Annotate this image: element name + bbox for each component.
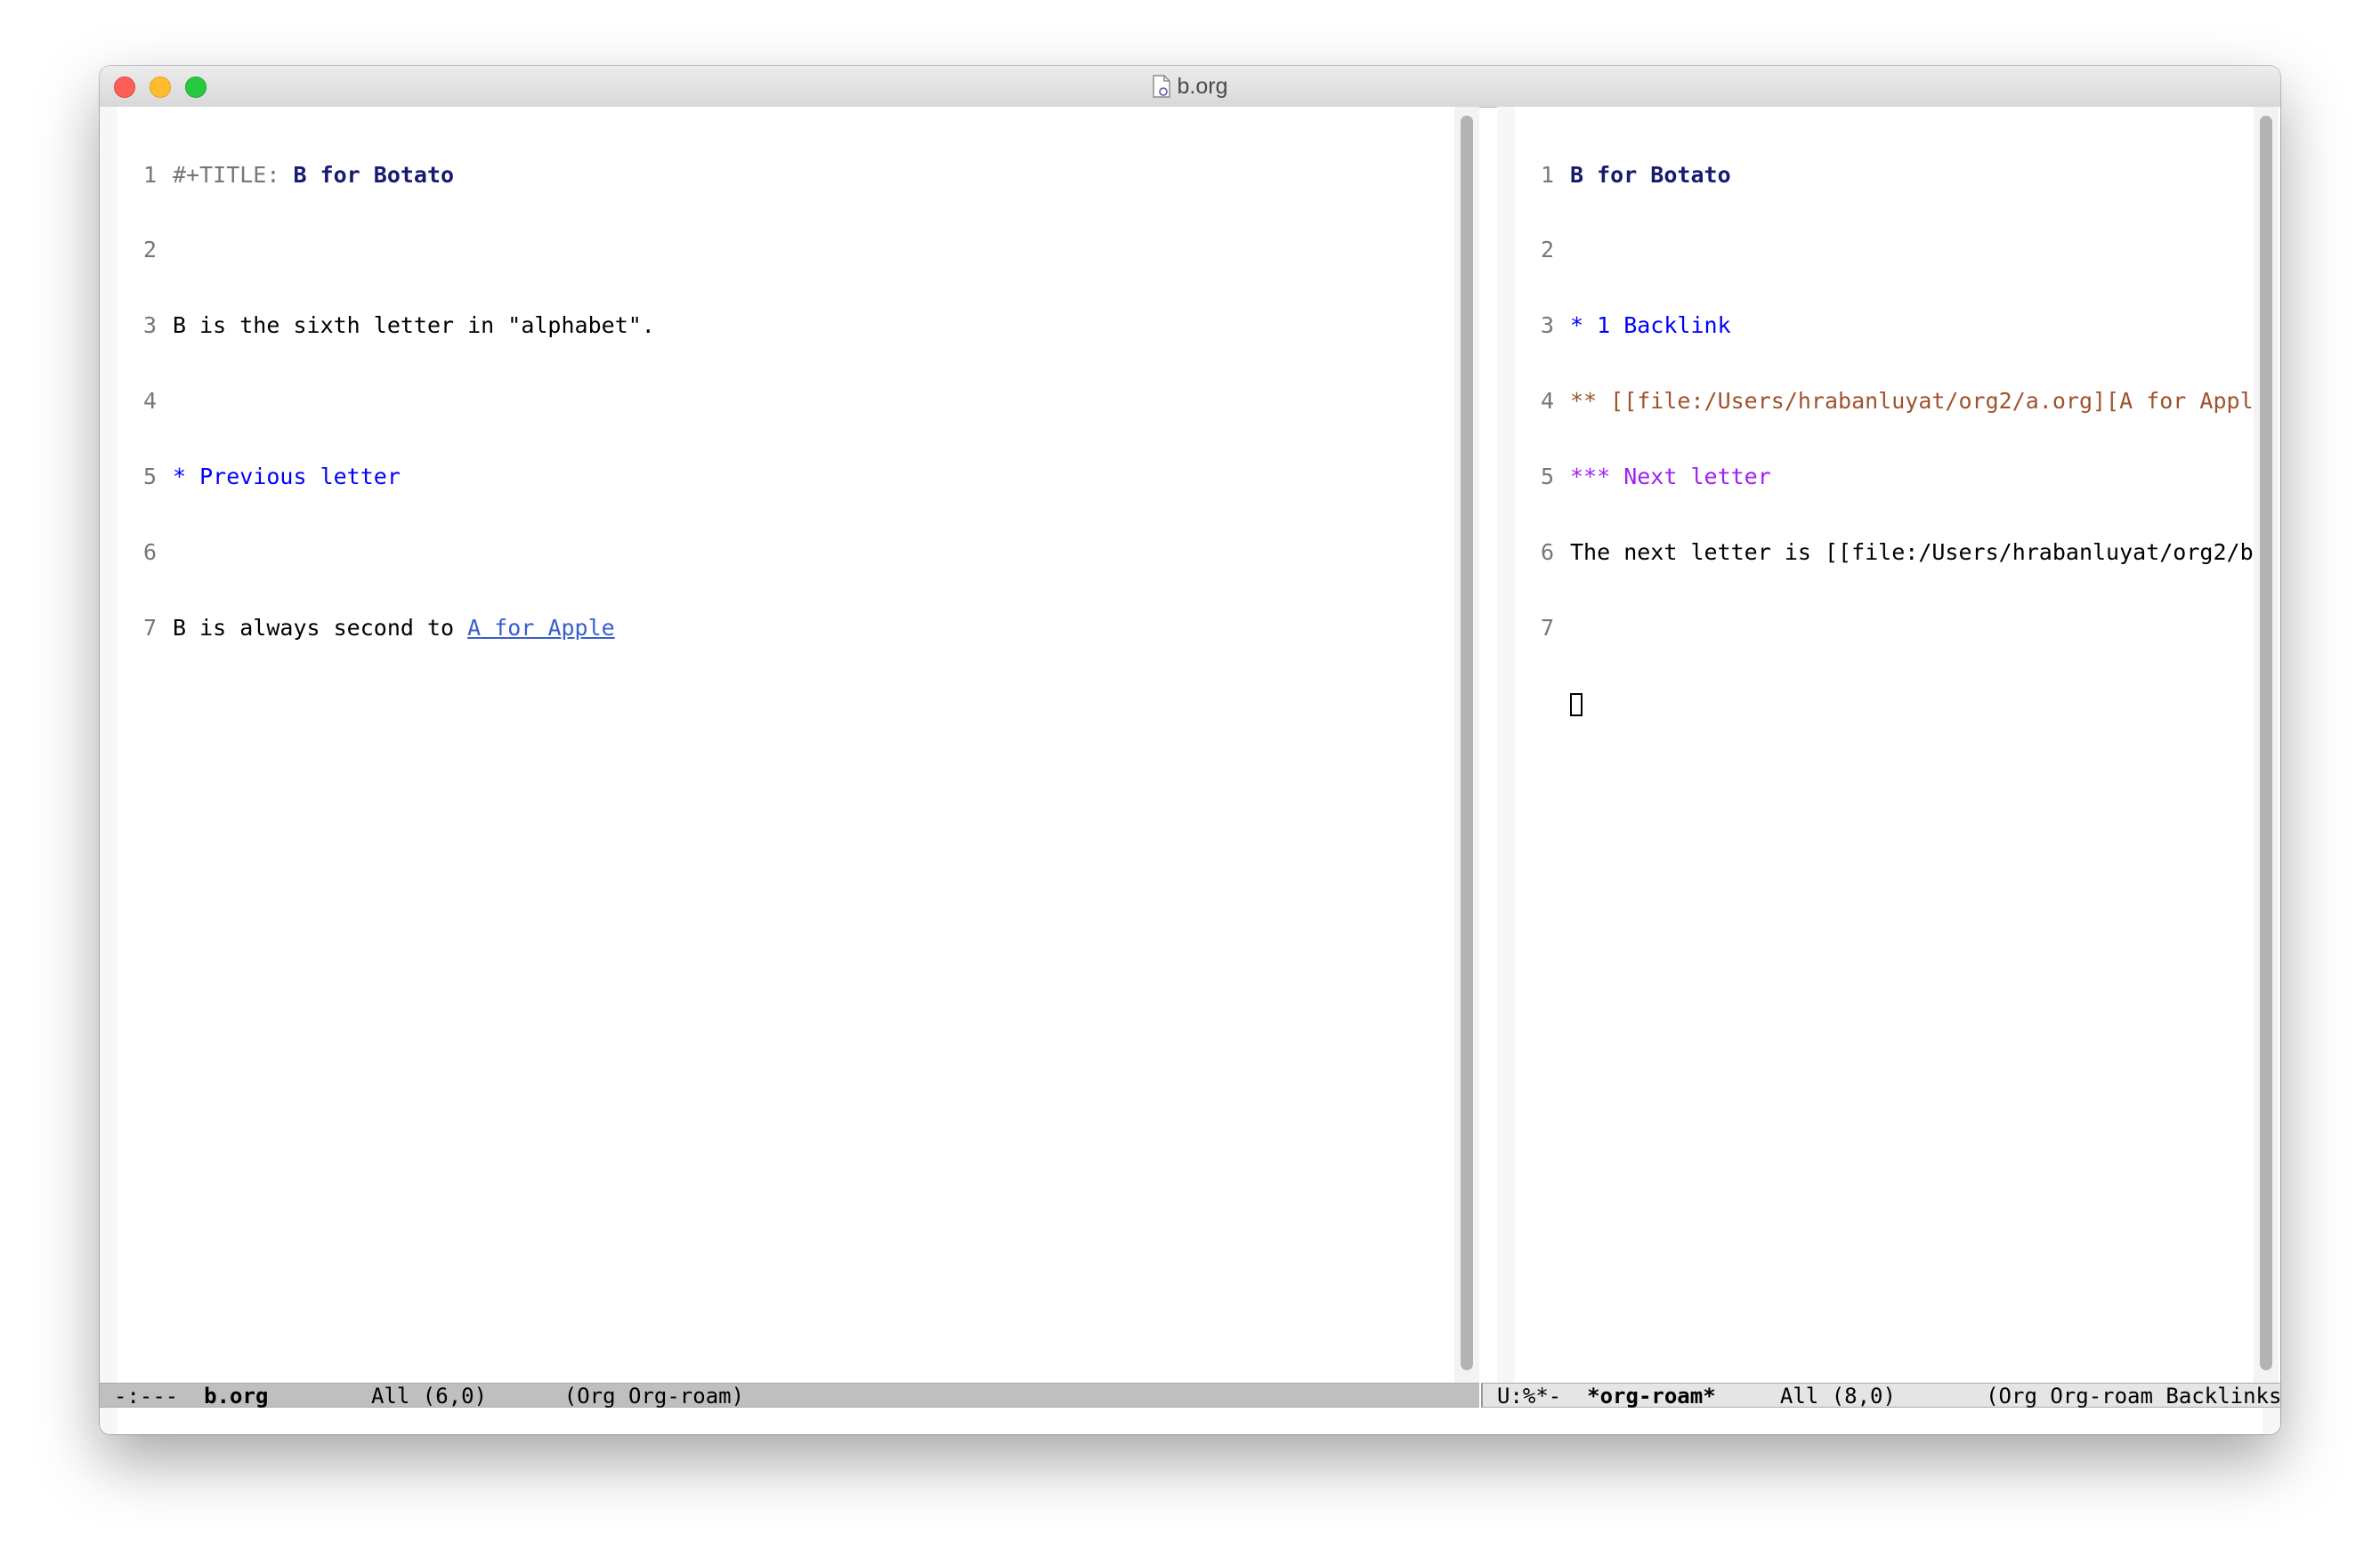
heading-backlink-count: * 1 Backlink: [1570, 313, 1731, 339]
right-buffer-text[interactable]: 1 B for Botato 2 3 * 1 Backlink 4 ** [[file…: [1524, 112, 2263, 767]
left-editor-pane[interactable]: 1 #+TITLE: B for Botato 2 3 B is the sixth…: [100, 107, 1479, 1384]
line-number: 4: [142, 389, 157, 415]
link-a-for-apple[interactable]: A for Apple: [467, 616, 615, 641]
modeline-buffer-name: *org-roam*: [1587, 1384, 1716, 1409]
buffer-line: 4: [126, 389, 1461, 414]
document-title: B for Botato: [293, 162, 455, 188]
buffer-line: 4 ** [[file:/Users/hrabanluyat/org2/a.org…: [1524, 389, 2263, 414]
right-scrollbar-thumb[interactable]: [2260, 116, 2272, 1370]
buffer-line: 3 * 1 Backlink: [1524, 313, 2263, 338]
heading-backlink-file[interactable]: ** [[file:/Users/hrabanluyat/org2/a.org]…: [1570, 389, 2263, 414]
buffer-line: 7 B is always second to A for Apple: [126, 616, 1461, 641]
right-scrollbar[interactable]: [2254, 107, 2279, 1384]
buffer-line: 6 The next letter is [[file:/Users/hraban…: [1524, 540, 2263, 565]
emacs-window: b.org 1 #+TITLE: B for Botato 2 3 B is the…: [100, 66, 2280, 1434]
body-text: B is always second to: [173, 615, 468, 641]
left-fringe: [100, 107, 117, 1384]
line-number: 6: [1540, 540, 1554, 566]
buffer-line: 7: [1524, 616, 2263, 641]
minibuffer-fringe: [100, 1408, 117, 1434]
line-number: 1: [1540, 162, 1554, 188]
line-number: 7: [142, 615, 157, 641]
modeline-position: All (6,0): [371, 1384, 488, 1409]
line-number: 3: [1540, 313, 1554, 339]
document-icon: [1152, 75, 1170, 98]
body-text: B is the sixth letter in "alphabet".: [173, 313, 655, 339]
backlinks-title: B for Botato: [1570, 162, 1731, 188]
right-mode-line: U:%*- *org-roam* All (8,0) (Org Org-roam…: [1481, 1383, 2280, 1409]
right-fringe: [1497, 107, 1515, 1384]
line-number: 3: [142, 313, 157, 339]
line-number: 7: [1540, 615, 1554, 641]
modeline-buffer-name: b.org: [204, 1384, 269, 1409]
window-title-text: b.org: [1177, 73, 1228, 99]
text-cursor: [1570, 692, 1583, 716]
line-number: 6: [142, 540, 157, 566]
backlink-context-text: The next letter is [[file:/Users/hrabanl…: [1570, 540, 2263, 566]
heading-previous-letter: * Previous letter: [173, 464, 401, 490]
buffer-line: 1 #+TITLE: B for Botato: [126, 163, 1461, 188]
left-scrollbar-thumb[interactable]: [1461, 116, 1473, 1370]
buffer-line: [1524, 691, 2263, 716]
buffer-line: 2: [1524, 238, 2263, 262]
modeline-modes: (Org Org-roam Backlinks): [1986, 1384, 2280, 1409]
left-mode-line: -:--- b.org All (6,0) (Org Org-roam): [100, 1383, 1479, 1409]
line-number: 5: [1540, 464, 1554, 490]
line-number: 5: [142, 464, 157, 490]
line-number: 4: [1540, 389, 1554, 415]
heading-next-letter: *** Next letter: [1570, 464, 1771, 490]
buffer-line: 5 * Previous letter: [126, 464, 1461, 489]
modeline-status: U:%*-: [1497, 1384, 1562, 1409]
buffer-line: 1 B for Botato: [1524, 163, 2263, 188]
window-title: b.org: [100, 66, 2280, 107]
left-scrollbar[interactable]: [1454, 107, 1479, 1384]
line-number: 1: [142, 162, 157, 188]
buffer-line: 6: [126, 540, 1461, 565]
line-number: 2: [142, 238, 157, 263]
minibuffer[interactable]: [100, 1408, 2280, 1434]
line-number: 2: [1540, 238, 1554, 263]
right-editor-pane[interactable]: 1 B for Botato 2 3 * 1 Backlink 4 ** [[file…: [1497, 107, 2280, 1384]
title-keyword: #+TITLE:: [173, 162, 294, 188]
buffer-line: 3 B is the sixth letter in "alphabet".: [126, 313, 1461, 338]
buffer-line: 2: [126, 238, 1461, 262]
modeline-modes: (Org Org-roam): [563, 1384, 745, 1409]
modeline-status: -:---: [114, 1384, 179, 1409]
minibuffer-fringe-right: [2263, 1408, 2280, 1434]
buffer-line: 5 *** Next letter: [1524, 464, 2263, 489]
modeline-position: All (8,0): [1779, 1384, 1896, 1409]
title-bar: b.org: [100, 66, 2280, 108]
left-buffer-text[interactable]: 1 #+TITLE: B for Botato 2 3 B is the sixth…: [126, 112, 1461, 691]
